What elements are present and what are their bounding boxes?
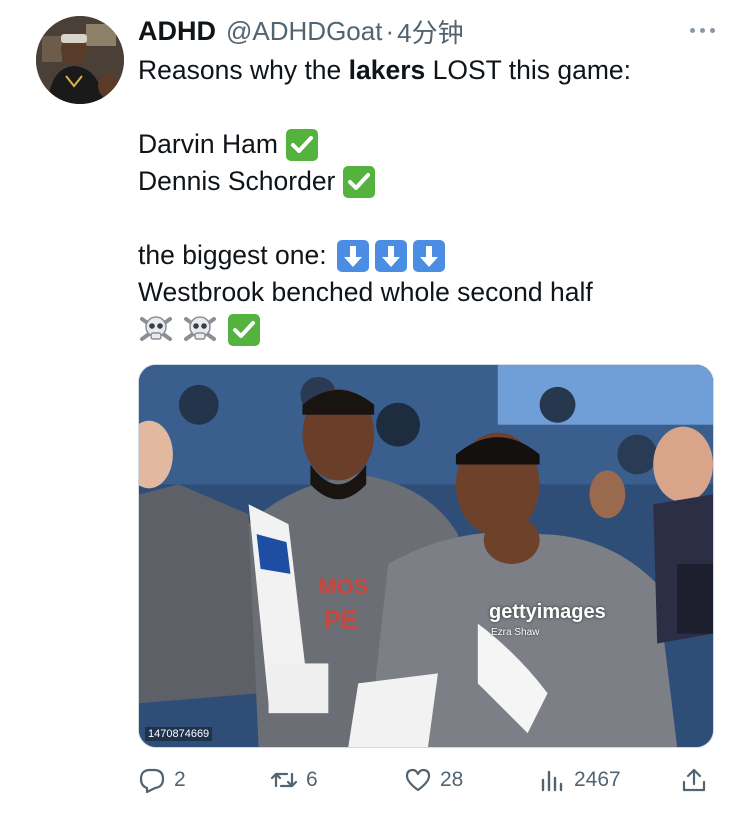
- tweet-actions: 2 6 28 2467: [138, 762, 718, 798]
- retweet-icon: [270, 772, 298, 788]
- heart-icon: [405, 768, 431, 792]
- views-button[interactable]: 2467: [538, 762, 621, 798]
- header-separator: ·: [385, 15, 395, 46]
- skull-and-crossbones-icon: [182, 313, 218, 347]
- check-mark-icon: [285, 128, 318, 161]
- more-options-icon[interactable]: [684, 24, 720, 36]
- photo-credit: Ezra Shaw: [491, 627, 540, 638]
- share-button[interactable]: [680, 762, 716, 798]
- analytics-icon: [541, 770, 563, 792]
- tweet-timestamp[interactable]: 4分钟: [397, 13, 463, 50]
- down-arrow-icon: [374, 239, 407, 272]
- tweet-header: ADHD @ADHDGoat · 4分钟: [138, 14, 464, 48]
- reply-count: 2: [174, 768, 186, 791]
- down-arrow-icon: [412, 239, 445, 272]
- view-count: 2467: [574, 768, 621, 791]
- down-arrow-icon: [336, 239, 369, 272]
- reply-icon: [139, 768, 165, 794]
- like-button[interactable]: 28: [404, 762, 463, 798]
- tweet-line-5-text: Westbrook benched whole second half: [138, 277, 593, 307]
- tweet-line-3: Dennis Schorder: [138, 163, 718, 200]
- svg-text:PE: PE: [323, 607, 358, 635]
- tweet-line-3-text: Dennis Schorder: [138, 166, 336, 196]
- tweet-line-4-text: the biggest one:: [138, 240, 327, 270]
- share-icon: [682, 768, 706, 792]
- retweet-count: 6: [306, 768, 318, 791]
- svg-text:MOS: MOS: [318, 574, 368, 599]
- reply-button[interactable]: 2: [138, 762, 186, 798]
- tweet-line-1-bold: lakers: [348, 55, 426, 85]
- tweet-line-4: the biggest one:: [138, 237, 718, 274]
- tweet-line-2: Darvin Ham: [138, 126, 718, 163]
- tweet-line-5: Westbrook benched whole second half: [138, 274, 718, 311]
- check-mark-icon: [228, 313, 260, 346]
- tweet-line-6: [138, 311, 718, 348]
- author-handle[interactable]: @ADHDGoat: [226, 16, 382, 47]
- like-count: 28: [440, 768, 464, 791]
- tweet-line-2-text: Darvin Ham: [138, 129, 278, 159]
- image-id-label: 1470874669: [145, 727, 213, 741]
- tweet-line-1: Reasons why the lakers LOST this game:: [138, 52, 718, 89]
- retweet-button[interactable]: 6: [270, 762, 318, 798]
- author-name[interactable]: ADHD: [138, 16, 216, 47]
- tweet-line-1-end: LOST this game:: [425, 55, 632, 85]
- avatar[interactable]: [36, 16, 124, 104]
- tweet[interactable]: ADHD @ADHDGoat · 4分钟 Reasons why the lak…: [0, 0, 750, 816]
- getty-watermark: gettyimages: [489, 601, 606, 623]
- tweet-photo[interactable]: MOS PE gettyimages Ezra Shaw 1470874669: [138, 364, 714, 748]
- tweet-line-1-start: Reasons why the: [138, 55, 349, 85]
- skull-and-crossbones-icon: [138, 313, 174, 347]
- check-mark-icon: [343, 165, 376, 198]
- tweet-text: Reasons why the lakers LOST this game: D…: [138, 52, 718, 348]
